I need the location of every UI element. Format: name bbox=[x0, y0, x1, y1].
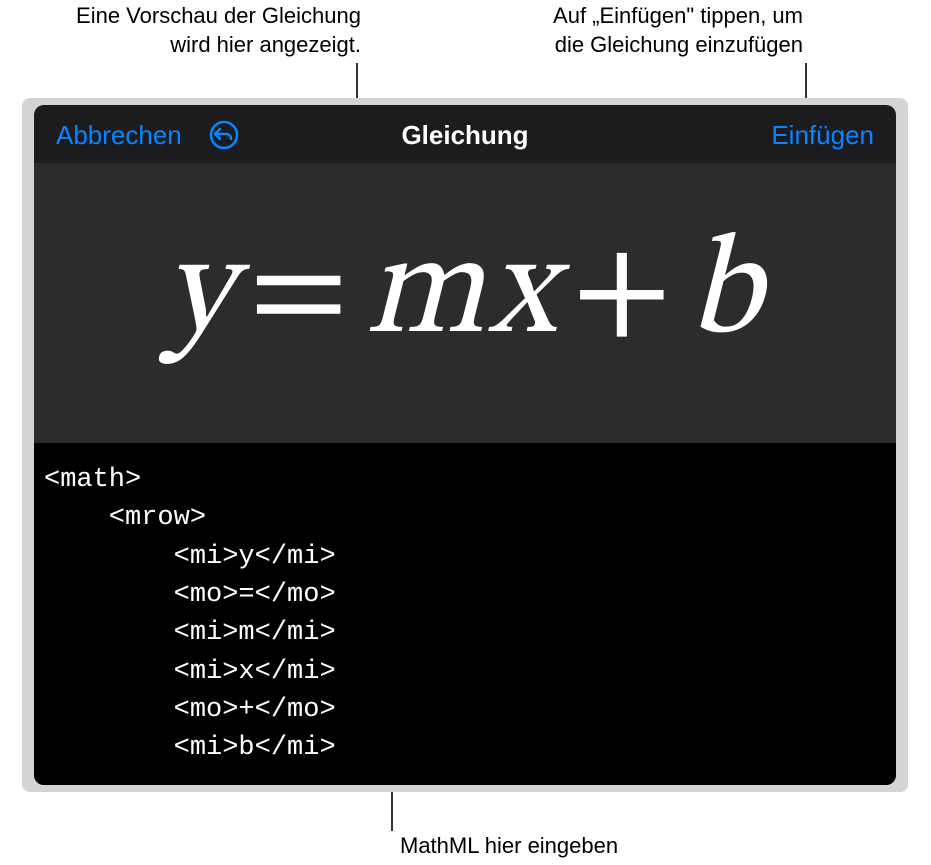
device-frame: Abbrechen Gleichung Einfügen y=mx+b bbox=[22, 98, 908, 792]
eq-var-y: y bbox=[165, 225, 237, 365]
equation-preview: y=mx+b bbox=[165, 208, 766, 383]
undo-button[interactable] bbox=[208, 119, 240, 151]
eq-var-x: x bbox=[488, 225, 559, 365]
undo-icon bbox=[208, 119, 240, 151]
callout-preview-line1: Eine Vorschau der Gleichung bbox=[76, 3, 361, 28]
toolbar-left-group: Abbrechen bbox=[56, 119, 240, 151]
mathml-editor[interactable]: <math> <mrow> <mi>y</mi> <mo>=</mo> <mi>… bbox=[34, 443, 896, 785]
dialog-title: Gleichung bbox=[401, 120, 528, 151]
callout-insert: Auf „Einfügen" tippen, um die Gleichung … bbox=[553, 2, 803, 59]
equation-preview-area: y=mx+b bbox=[34, 163, 896, 443]
eq-op-equals: = bbox=[248, 225, 353, 365]
eq-var-b: b bbox=[688, 225, 765, 365]
callout-insert-line1: Auf „Einfügen" tippen, um bbox=[553, 3, 803, 28]
toolbar-right-group: Einfügen bbox=[771, 120, 874, 151]
dialog-toolbar: Abbrechen Gleichung Einfügen bbox=[34, 105, 896, 163]
callout-preview-line2: wird hier angezeigt. bbox=[170, 32, 361, 57]
callout-preview: Eine Vorschau der Gleichung wird hier an… bbox=[76, 2, 361, 59]
eq-op-plus: + bbox=[571, 225, 676, 365]
equation-dialog: Abbrechen Gleichung Einfügen y=mx+b bbox=[34, 105, 896, 785]
mathml-code: <math> <mrow> <mi>y</mi> <mo>=</mo> <mi>… bbox=[44, 461, 886, 768]
cancel-button[interactable]: Abbrechen bbox=[56, 120, 182, 151]
callout-bottom: MathML hier eingeben bbox=[400, 832, 618, 861]
callout-insert-line2: die Gleichung einzufügen bbox=[555, 32, 803, 57]
eq-var-m: m bbox=[365, 225, 488, 365]
insert-button[interactable]: Einfügen bbox=[771, 120, 874, 151]
